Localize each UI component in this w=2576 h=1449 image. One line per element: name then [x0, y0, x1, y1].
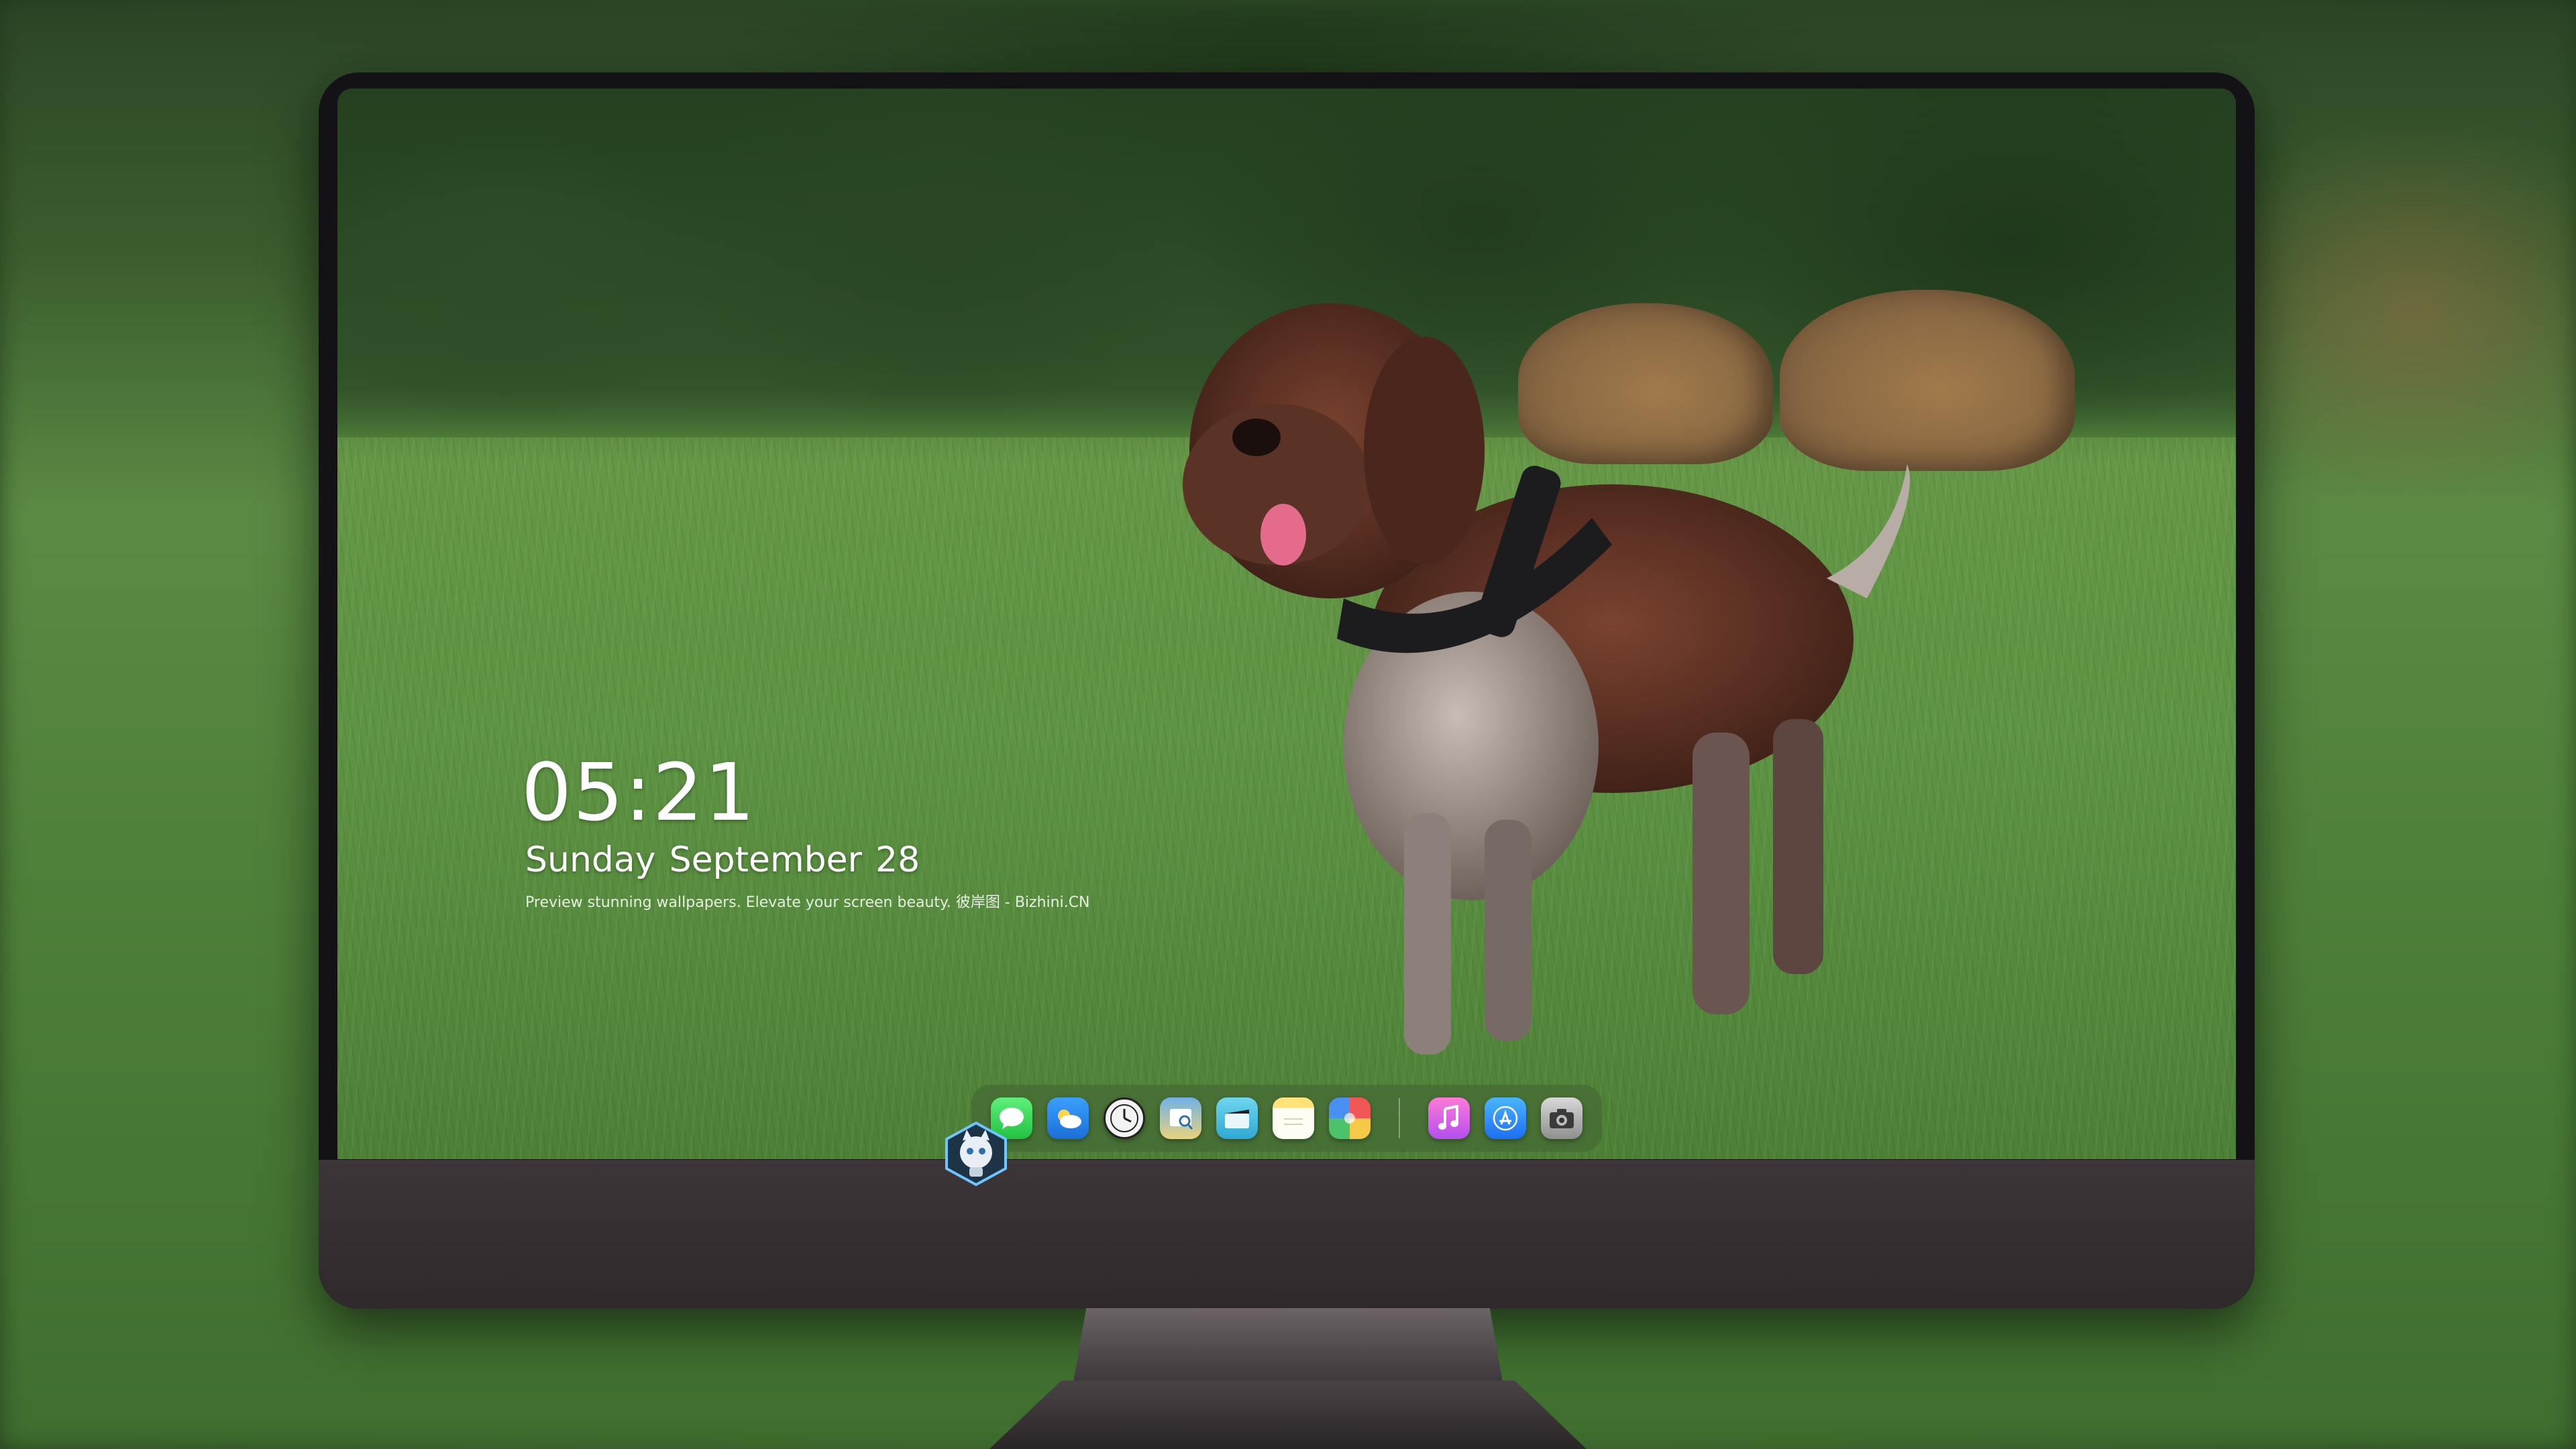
date-weekday: Sunday [525, 840, 656, 880]
weather-icon[interactable] [1047, 1097, 1089, 1139]
photos-icon[interactable] [1329, 1097, 1371, 1139]
desktop-screen: 05:21 Sunday September 28 Preview stunning… [337, 89, 2236, 1159]
clock-icon[interactable] [1104, 1097, 1145, 1139]
wallpaper-dog [1183, 303, 1910, 1055]
lockscreen-date: Sunday September 28 [525, 840, 933, 880]
monitor-stand-neck [1073, 1308, 1503, 1382]
lockscreen-time: 05:21 [521, 746, 757, 839]
dock-separator [1399, 1098, 1400, 1138]
app-store-icon[interactable] [1485, 1097, 1526, 1139]
camera-icon[interactable] [1541, 1097, 1582, 1139]
robot-cat-logo [945, 1121, 1007, 1187]
monitor-chin [319, 1160, 2255, 1309]
notes-icon[interactable] [1273, 1097, 1314, 1139]
clips-icon[interactable] [1216, 1097, 1258, 1139]
date-day: 28 [875, 840, 920, 880]
wallpaper-caption: Preview stunning wallpapers. Elevate you… [525, 894, 1090, 911]
monitor-stand-base [989, 1381, 1587, 1449]
monitor-frame: 05:21 Sunday September 28 Preview stunning… [319, 72, 2255, 1309]
app-dock [971, 1085, 1602, 1152]
preview-icon[interactable] [1160, 1097, 1201, 1139]
date-month: September [669, 840, 862, 880]
music-icon[interactable] [1428, 1097, 1470, 1139]
